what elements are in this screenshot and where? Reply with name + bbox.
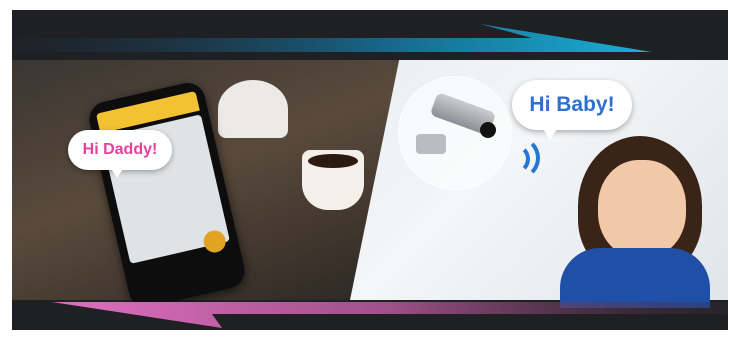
speech-bubble-tail [540,124,560,140]
banner-image: Hi Daddy! Hi Baby! [12,10,728,330]
speech-text-daddy: Hi Daddy! [82,141,158,158]
speech-text-baby: Hi Baby! [529,93,615,116]
child-face [598,160,686,258]
camera-mount [416,134,446,154]
coffee [308,154,358,168]
signal-wave-icon [496,136,540,180]
speech-bubble-tail [108,164,126,178]
camera-lens [480,122,496,138]
table-lamp [218,80,288,138]
right-arrow-band [12,24,652,52]
speech-bubble-baby: Hi Baby! [512,80,632,130]
left-arrow-band [52,302,728,328]
